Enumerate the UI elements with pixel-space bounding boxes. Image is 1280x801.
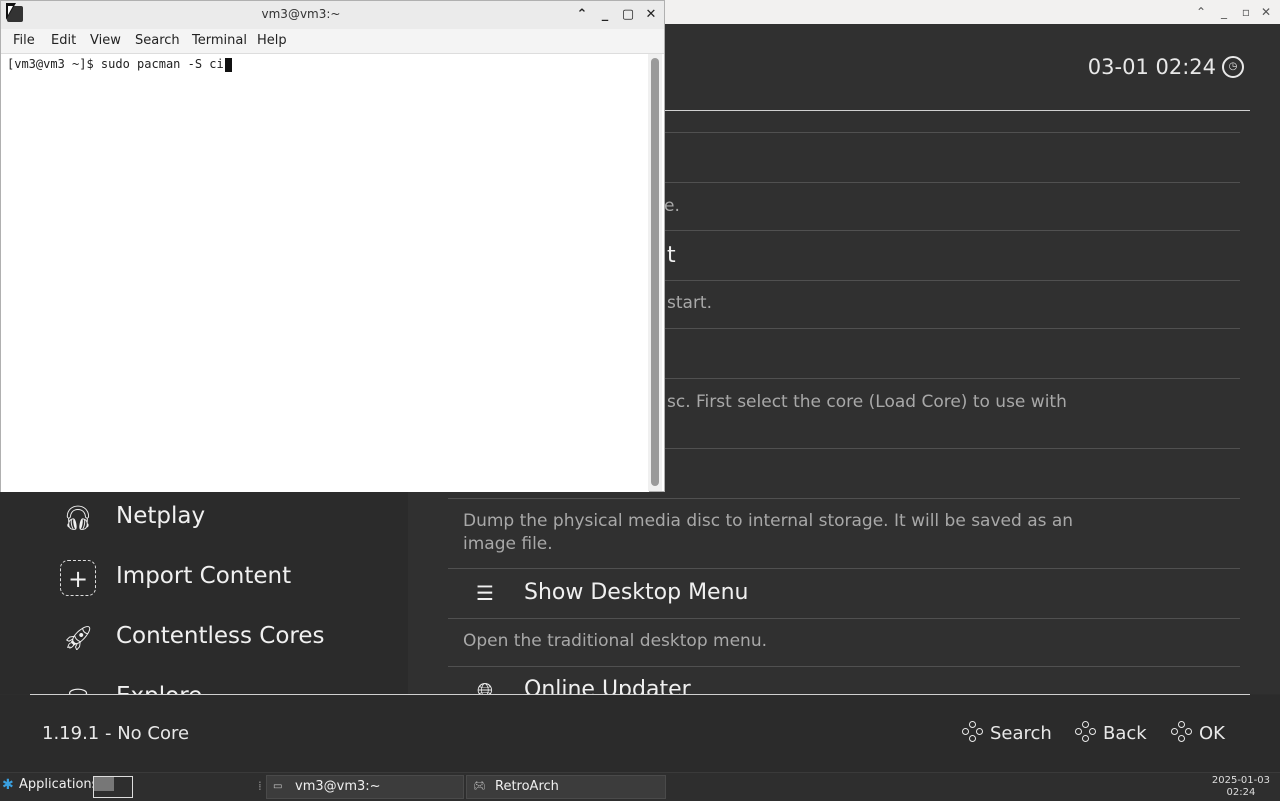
clock-time: 02:24: [1226, 787, 1256, 798]
terminal-window: vm3@vm3:~ ⌃ _ ▢ ✕ File Edit View Search …: [0, 0, 665, 492]
gamepad-buttons-icon: [1171, 721, 1193, 743]
sidebar-item-label: Netplay: [116, 503, 206, 529]
menu-item-description: sc. First select the core (Load Core) to…: [667, 392, 1067, 412]
version-text: 1.19.1 - No Core: [42, 723, 190, 744]
task-label: RetroArch: [495, 779, 559, 794]
sidebar-item-label: Contentless Cores: [116, 623, 325, 649]
taskbar-clock[interactable]: 2025-01-03 02:24: [1212, 775, 1270, 799]
sidebar-item-label: Import Content: [116, 563, 292, 589]
chevron-up-icon[interactable]: ⌃: [574, 7, 590, 23]
ok-label: OK: [1199, 723, 1225, 744]
mouse-pointer-highlight: [8, 6, 13, 15]
task-button-terminal[interactable]: ▭ vm3@vm3:~: [266, 775, 464, 799]
plus-icon: +: [60, 560, 96, 596]
menu-item-description: e.: [664, 196, 680, 216]
close-icon[interactable]: ✕: [1258, 4, 1274, 20]
menu-terminal[interactable]: Terminal: [192, 33, 247, 48]
scrollbar[interactable]: [648, 54, 662, 491]
window-title: vm3@vm3:~: [261, 7, 341, 21]
database-icon: ⛁: [60, 680, 96, 694]
terminal-line: [vm3@vm3 ~]$ sudo pacman -S ci: [7, 57, 232, 72]
list-icon: ☰: [476, 581, 494, 605]
globe-icon: 🌐︎: [477, 678, 493, 694]
menu-item-title[interactable]: t: [667, 243, 676, 268]
menu-item-online-updater[interactable]: 🌐︎ Online Updater: [448, 667, 1240, 694]
divider: [448, 618, 1240, 619]
terminal-icon: ▭: [273, 781, 283, 792]
menu-file[interactable]: File: [13, 33, 35, 48]
menu-item-description: Open the traditional desktop menu.: [463, 631, 767, 651]
taskbar: ✱ Applications ⁞ ▭ vm3@vm3:~ 🎮︎ RetroArch…: [0, 772, 1280, 801]
task-button-retroarch[interactable]: 🎮︎ RetroArch: [466, 775, 666, 799]
search-label: Search: [990, 723, 1052, 744]
sidebar-item-explore[interactable]: ⛁ Explore: [0, 673, 408, 694]
gamepad-buttons-icon: [1075, 721, 1097, 743]
scrollbar-thumb[interactable]: [651, 58, 659, 486]
retroarch-footer: 1.19.1 - No Core Search Back OK: [0, 695, 1280, 772]
divider: [448, 498, 1240, 499]
terminal-titlebar[interactable]: vm3@vm3:~ ⌃ _ ▢ ✕: [1, 1, 664, 29]
menu-item-title: Online Updater: [524, 677, 691, 694]
task-label: vm3@vm3:~: [295, 779, 381, 794]
clock-date: 2025-01-03: [1211, 775, 1270, 786]
menu-edit[interactable]: Edit: [51, 33, 76, 48]
rocket-icon: 🚀︎: [62, 624, 94, 652]
clock-text: 03-01 02:24: [1087, 55, 1216, 79]
show-desktop-button[interactable]: [93, 776, 133, 798]
applications-label: Applications: [19, 777, 99, 792]
menu-view[interactable]: View: [90, 33, 121, 48]
minimize-icon[interactable]: _: [597, 7, 613, 23]
back-button[interactable]: Back: [1075, 721, 1147, 745]
ok-button[interactable]: OK: [1171, 721, 1225, 745]
command-text: [vm3@vm3 ~]$ sudo pacman -S ci: [7, 57, 224, 71]
menu-item-description: Dump the physical media disc to internal…: [463, 511, 1074, 554]
clock-icon: ◷: [1222, 56, 1244, 78]
divider: [448, 568, 1240, 569]
headset-icon: 🎧︎: [62, 504, 94, 532]
applications-menu-button[interactable]: ✱ Applications: [2, 777, 98, 792]
maximize-icon[interactable]: ▫: [1238, 4, 1254, 20]
terminal-menubar: File Edit View Search Terminal Help: [1, 29, 664, 54]
sidebar-item-contentless-cores[interactable]: 🚀︎ Contentless Cores: [0, 613, 408, 663]
separator-grip-icon: ⁞: [258, 779, 262, 793]
back-label: Back: [1103, 723, 1147, 744]
sidebar-item-netplay[interactable]: 🎧︎ Netplay: [0, 493, 408, 543]
search-button[interactable]: Search: [962, 721, 1052, 745]
maximize-icon[interactable]: ▢: [620, 7, 636, 23]
menu-item-description: start.: [667, 293, 712, 313]
terminal-output[interactable]: [vm3@vm3 ~]$ sudo pacman -S ci: [1, 54, 649, 492]
text-cursor: [224, 57, 232, 72]
close-icon[interactable]: ✕: [643, 7, 659, 23]
menu-item-show-desktop-menu[interactable]: Show Desktop Menu: [524, 580, 748, 605]
gamepad-icon: 🎮︎: [473, 781, 486, 792]
sidebar-item-import-content[interactable]: + Import Content: [0, 553, 408, 603]
gamepad-buttons-icon: [962, 721, 984, 743]
minimize-icon[interactable]: ⌃: [1193, 4, 1209, 20]
desktop-icon: [94, 777, 114, 791]
sidebar-item-label: Explore: [116, 683, 202, 694]
minimize-button[interactable]: _: [1216, 4, 1232, 20]
menu-help[interactable]: Help: [257, 33, 287, 48]
menu-search[interactable]: Search: [135, 33, 180, 48]
xfce-logo-icon: ✱: [2, 776, 14, 793]
